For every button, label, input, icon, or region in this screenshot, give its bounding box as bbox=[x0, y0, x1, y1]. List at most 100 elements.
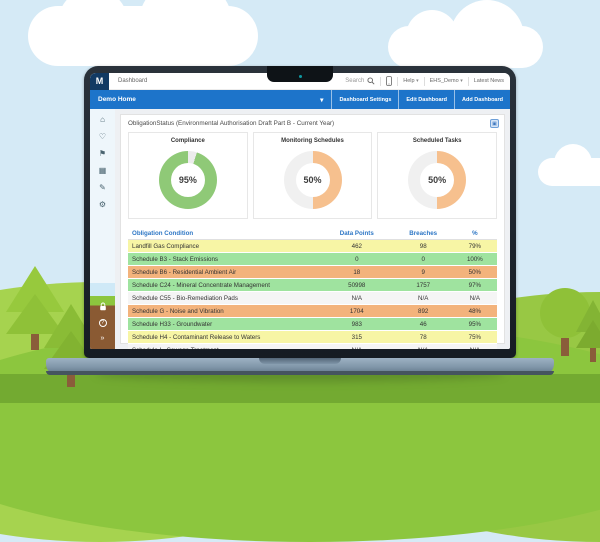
percent-cell: 100% bbox=[453, 253, 497, 266]
divider bbox=[468, 77, 469, 86]
percent-cell: 97% bbox=[453, 279, 497, 292]
divider bbox=[397, 77, 398, 86]
grid-icon[interactable]: ▦ bbox=[99, 167, 107, 175]
donut-value: 50% bbox=[303, 175, 321, 185]
table-row: Landfill Gas Compliance4629879% bbox=[128, 240, 497, 253]
home-icon[interactable]: ⌂ bbox=[100, 116, 105, 124]
breaches-cell: 9 bbox=[394, 266, 453, 279]
search-input[interactable]: Search bbox=[345, 77, 375, 85]
col-obligation-condition: Obligation Condition bbox=[128, 228, 320, 240]
breadcrumb: Dashboard bbox=[118, 78, 147, 84]
scheduled-donut-chart: 50% bbox=[408, 151, 466, 209]
obligation-cell: Schedule B3 - Stack Emissions bbox=[128, 253, 320, 266]
breaches-cell: N/A bbox=[394, 344, 453, 350]
dashboard-settings-button[interactable]: Dashboard Settings bbox=[331, 90, 398, 109]
col-breaches: Breaches bbox=[394, 228, 453, 240]
chart-card-scheduled: Scheduled Tasks 50% bbox=[377, 132, 497, 219]
cloud bbox=[538, 158, 600, 186]
cloud bbox=[388, 26, 543, 68]
percent-cell: 75% bbox=[453, 331, 497, 344]
compliance-donut-chart: 95% bbox=[159, 151, 217, 209]
data-points-cell: N/A bbox=[320, 344, 394, 350]
table-row: Schedule H33 - Groundwater9834695% bbox=[128, 318, 497, 331]
breaches-cell: 46 bbox=[394, 318, 453, 331]
data-points-cell: N/A bbox=[320, 292, 394, 305]
col-percent: % bbox=[453, 228, 497, 240]
heart-icon[interactable]: ♡ bbox=[99, 133, 106, 141]
laptop-base-edge bbox=[46, 371, 554, 375]
help-circle-icon[interactable]: ? bbox=[99, 319, 107, 327]
sidebar-scene: ? » bbox=[90, 283, 115, 349]
donut-value: 95% bbox=[179, 175, 197, 185]
edit-dashboard-button[interactable]: Edit Dashboard bbox=[398, 90, 454, 109]
percent-cell: 95% bbox=[453, 318, 497, 331]
data-points-cell: 18 bbox=[320, 266, 394, 279]
table-header-row: Obligation Condition Data Points Breache… bbox=[128, 228, 497, 240]
pine-tree bbox=[576, 300, 600, 362]
obligation-cell: Schedule B6 - Residential Ambient Air bbox=[128, 266, 320, 279]
percent-cell: 48% bbox=[453, 305, 497, 318]
obligation-cell: Schedule I - Sewage Treatment bbox=[128, 344, 320, 350]
chevron-down-icon: ▾ bbox=[460, 78, 463, 84]
obligation-cell: Schedule G - Noise and Vibration bbox=[128, 305, 320, 318]
obligation-cell: Schedule H33 - Groundwater bbox=[128, 318, 320, 331]
table-row: Schedule I - Sewage TreatmentN/AN/AN/A bbox=[128, 344, 497, 350]
breaches-cell: 0 bbox=[394, 253, 453, 266]
add-dashboard-button[interactable]: Add Dashboard bbox=[454, 90, 510, 109]
breaches-cell: N/A bbox=[394, 292, 453, 305]
percent-cell: 50% bbox=[453, 266, 497, 279]
table-row: Schedule B3 - Stack Emissions00100% bbox=[128, 253, 497, 266]
data-points-cell: 462 bbox=[320, 240, 394, 253]
obligation-status-panel: ObligationStatus (Environmental Authoris… bbox=[120, 114, 505, 344]
dashboard-bar: Demo Home ▾ Dashboard Settings Edit Dash… bbox=[90, 90, 510, 109]
latest-news-link[interactable]: Latest News bbox=[474, 78, 504, 84]
breaches-cell: 1757 bbox=[394, 279, 453, 292]
charts-row: Compliance 95% Monitoring Schedules 50% bbox=[128, 132, 497, 219]
panel-expand-icon[interactable]: ▣ bbox=[490, 119, 499, 128]
search-icon[interactable] bbox=[367, 77, 375, 85]
breaches-cell: 78 bbox=[394, 331, 453, 344]
help-menu[interactable]: Help ▾ bbox=[403, 78, 418, 84]
chart-card-monitoring: Monitoring Schedules 50% bbox=[253, 132, 373, 219]
dashboard-selector[interactable]: Demo Home ▾ bbox=[90, 90, 331, 109]
expand-icon[interactable]: » bbox=[101, 335, 105, 342]
laptop-notch bbox=[267, 66, 333, 82]
sidebar: ⌂ ♡ ⚑ ▦ ✎ ⚙ ? » bbox=[90, 109, 115, 349]
main-area: ObligationStatus (Environmental Authoris… bbox=[115, 109, 510, 349]
camera-icon bbox=[299, 75, 302, 78]
table-row: Schedule B6 - Residential Ambient Air189… bbox=[128, 266, 497, 279]
data-points-cell: 983 bbox=[320, 318, 394, 331]
chart-title: Scheduled Tasks bbox=[413, 138, 462, 144]
laptop-base bbox=[46, 358, 554, 375]
chevron-down-icon: ▾ bbox=[416, 78, 419, 84]
table-row: Schedule G - Noise and Vibration17048924… bbox=[128, 305, 497, 318]
obligation-cell: Schedule C24 - Mineral Concentrate Manag… bbox=[128, 279, 320, 292]
data-points-cell: 1704 bbox=[320, 305, 394, 318]
laptop-screen: M Dashboard Search Help ▾ EHS_Demo ▾ Lat… bbox=[84, 66, 516, 358]
chevron-down-icon: ▾ bbox=[320, 96, 323, 104]
breaches-cell: 98 bbox=[394, 240, 453, 253]
donut-value: 50% bbox=[428, 175, 446, 185]
chart-card-compliance: Compliance 95% bbox=[128, 132, 248, 219]
laptop-base-notch bbox=[259, 358, 341, 364]
search-placeholder: Search bbox=[345, 78, 364, 84]
gears-icon[interactable]: ⚙ bbox=[99, 201, 106, 209]
monitoring-donut-chart: 50% bbox=[284, 151, 342, 209]
screen-body: ⌂ ♡ ⚑ ▦ ✎ ⚙ ? » ObligationStatus bbox=[90, 109, 510, 349]
dashboard-selector-label: Demo Home bbox=[98, 96, 136, 103]
percent-cell: 79% bbox=[453, 240, 497, 253]
col-data-points: Data Points bbox=[320, 228, 394, 240]
flag-icon[interactable]: ⚑ bbox=[99, 150, 106, 158]
data-points-cell: 315 bbox=[320, 331, 394, 344]
obligation-cell: Schedule H4 - Contaminant Release to Wat… bbox=[128, 331, 320, 344]
panel-title: ObligationStatus (Environmental Authoris… bbox=[128, 120, 497, 127]
breaches-cell: 892 bbox=[394, 305, 453, 318]
user-menu[interactable]: EHS_Demo ▾ bbox=[430, 78, 463, 84]
mobile-icon[interactable] bbox=[386, 76, 392, 86]
percent-cell: N/A bbox=[453, 292, 497, 305]
screen-content: M Dashboard Search Help ▾ EHS_Demo ▾ Lat… bbox=[90, 73, 510, 349]
table-row: Schedule H4 - Contaminant Release to Wat… bbox=[128, 331, 497, 344]
edit-icon[interactable]: ✎ bbox=[99, 184, 106, 192]
lock-icon[interactable] bbox=[99, 302, 107, 311]
obligation-table: Obligation Condition Data Points Breache… bbox=[128, 228, 497, 349]
